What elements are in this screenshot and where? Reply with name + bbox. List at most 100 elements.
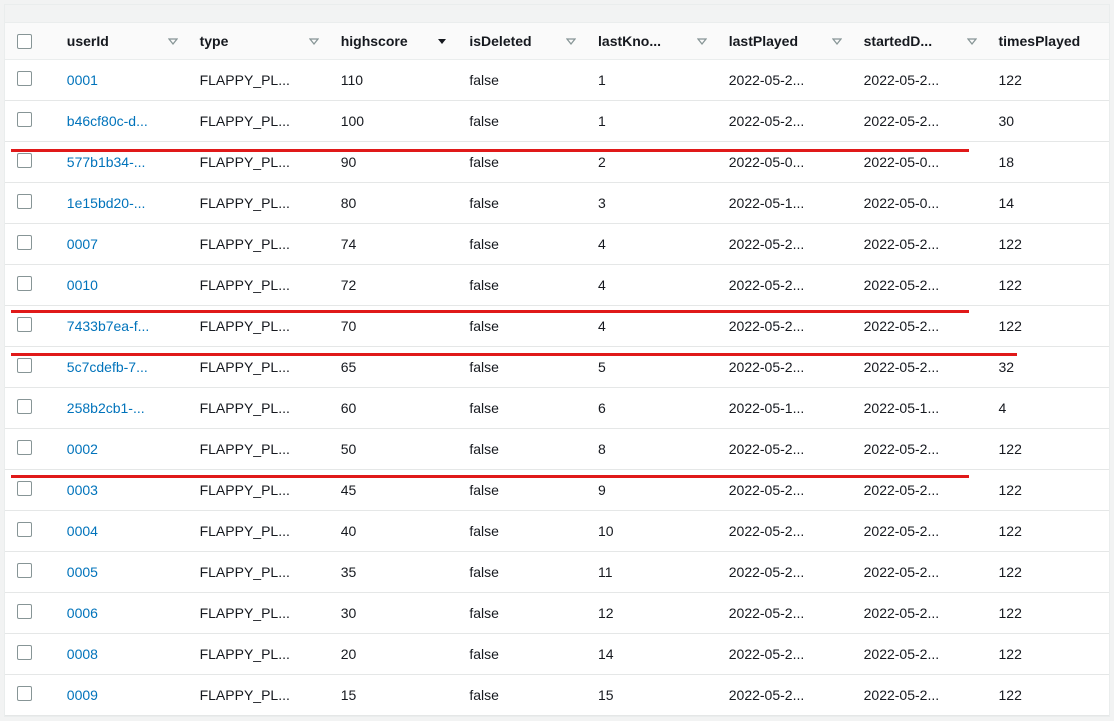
row-checkbox[interactable] [17, 276, 32, 291]
row-checkbox[interactable] [17, 563, 32, 578]
row-checkbox[interactable] [17, 399, 32, 414]
cell-userId[interactable]: 0002 [55, 429, 188, 470]
cell-userId[interactable]: 0007 [55, 224, 188, 265]
cell-lastPlayed: 2022-05-0... [717, 142, 852, 183]
cell-isDeleted: false [457, 552, 586, 593]
cell-userId[interactable]: 0004 [55, 511, 188, 552]
cell-timesPlayed: 122 [987, 265, 1110, 306]
cell-lastKno: 11 [586, 552, 717, 593]
sort-icon[interactable] [697, 36, 707, 46]
row-checkbox[interactable] [17, 440, 32, 455]
sort-icon[interactable] [566, 36, 576, 46]
column-header-chk [5, 23, 55, 60]
column-label: lastPlayed [729, 33, 798, 49]
userid-link[interactable]: 1e15bd20-... [67, 195, 146, 211]
userid-link[interactable]: 258b2cb1-... [67, 400, 145, 416]
cell-userId[interactable]: 1e15bd20-... [55, 183, 188, 224]
row-checkbox[interactable] [17, 71, 32, 86]
cell-type: FLAPPY_PL... [188, 142, 329, 183]
row-checkbox[interactable] [17, 317, 32, 332]
column-label: userId [67, 33, 109, 49]
cell-userId[interactable]: 0009 [55, 675, 188, 716]
cell-timesPlayed: 122 [987, 634, 1110, 675]
userid-link[interactable]: 577b1b34-... [67, 154, 146, 170]
row-checkbox[interactable] [17, 481, 32, 496]
cell-userId[interactable]: 0001 [55, 60, 188, 101]
cell-userId[interactable]: 0010 [55, 265, 188, 306]
userid-link[interactable]: 0005 [67, 564, 98, 580]
row-checkbox[interactable] [17, 604, 32, 619]
row-checkbox[interactable] [17, 522, 32, 537]
column-header-highscore[interactable]: highscore [329, 23, 458, 60]
cell-userId[interactable]: 258b2cb1-... [55, 388, 188, 429]
cell-timesPlayed: 122 [987, 429, 1110, 470]
select-all-checkbox[interactable] [17, 34, 32, 49]
column-header-startedD[interactable]: startedD... [852, 23, 987, 60]
sort-icon[interactable] [832, 36, 842, 46]
cell-lastPlayed: 2022-05-1... [717, 388, 852, 429]
cell-startedD: 2022-05-2... [852, 224, 987, 265]
cell-lastPlayed: 2022-05-2... [717, 224, 852, 265]
userid-link[interactable]: b46cf80c-d... [67, 113, 148, 129]
cell-highscore: 60 [329, 388, 458, 429]
cell-userId[interactable]: 0005 [55, 552, 188, 593]
cell-userId[interactable]: b46cf80c-d... [55, 101, 188, 142]
row-checkbox[interactable] [17, 358, 32, 373]
cell-timesPlayed: 30 [987, 101, 1110, 142]
row-checkbox[interactable] [17, 645, 32, 660]
row-checkbox[interactable] [17, 194, 32, 209]
row-checkbox[interactable] [17, 112, 32, 127]
table-row: 577b1b34-...FLAPPY_PL...90false22022-05-… [5, 142, 1109, 183]
cell-type: FLAPPY_PL... [188, 675, 329, 716]
cell-lastPlayed: 2022-05-2... [717, 634, 852, 675]
row-checkbox[interactable] [17, 235, 32, 250]
userid-link[interactable]: 0008 [67, 646, 98, 662]
column-header-lastPlayed[interactable]: lastPlayed [717, 23, 852, 60]
column-label: type [200, 33, 229, 49]
column-header-isDeleted[interactable]: isDeleted [457, 23, 586, 60]
cell-lastPlayed: 2022-05-2... [717, 265, 852, 306]
userid-link[interactable]: 0010 [67, 277, 98, 293]
row-checkbox[interactable] [17, 153, 32, 168]
column-label: lastKno... [598, 33, 661, 49]
userid-link[interactable]: 0006 [67, 605, 98, 621]
sort-icon[interactable] [967, 36, 977, 46]
cell-lastKno: 3 [586, 183, 717, 224]
cell-lastPlayed: 2022-05-1... [717, 183, 852, 224]
annotation-redline [11, 475, 969, 478]
cell-userId[interactable]: 0008 [55, 634, 188, 675]
sort-desc-icon[interactable] [437, 36, 447, 46]
cell-startedD: 2022-05-2... [852, 429, 987, 470]
table-row: 258b2cb1-...FLAPPY_PL...60false62022-05-… [5, 388, 1109, 429]
cell-lastPlayed: 2022-05-2... [717, 429, 852, 470]
cell-startedD: 2022-05-2... [852, 675, 987, 716]
userid-link[interactable]: 0004 [67, 523, 98, 539]
sort-icon[interactable] [309, 36, 319, 46]
sort-icon[interactable] [168, 36, 178, 46]
userid-link[interactable]: 0001 [67, 72, 98, 88]
row-checkbox[interactable] [17, 686, 32, 701]
userid-link[interactable]: 0003 [67, 482, 98, 498]
userid-link[interactable]: 0009 [67, 687, 98, 703]
cell-type: FLAPPY_PL... [188, 388, 329, 429]
cell-userId[interactable]: 0006 [55, 593, 188, 634]
userid-link[interactable]: 0007 [67, 236, 98, 252]
column-label: isDeleted [469, 33, 531, 49]
cell-highscore: 100 [329, 101, 458, 142]
column-header-userId[interactable]: userId [55, 23, 188, 60]
data-table-container: userId type highscore isDeleted lastKno... la… [4, 4, 1110, 717]
cell-lastPlayed: 2022-05-2... [717, 60, 852, 101]
cell-startedD: 2022-05-0... [852, 183, 987, 224]
userid-link[interactable]: 0002 [67, 441, 98, 457]
userid-link[interactable]: 5c7cdefb-7... [67, 359, 148, 375]
userid-link[interactable]: 7433b7ea-f... [67, 318, 150, 334]
cell-userId[interactable]: 577b1b34-... [55, 142, 188, 183]
column-header-lastKno[interactable]: lastKno... [586, 23, 717, 60]
cell-isDeleted: false [457, 265, 586, 306]
column-header-type[interactable]: type [188, 23, 329, 60]
cell-timesPlayed: 122 [987, 511, 1110, 552]
cell-isDeleted: false [457, 101, 586, 142]
cell-lastKno: 6 [586, 388, 717, 429]
cell-isDeleted: false [457, 593, 586, 634]
cell-highscore: 72 [329, 265, 458, 306]
